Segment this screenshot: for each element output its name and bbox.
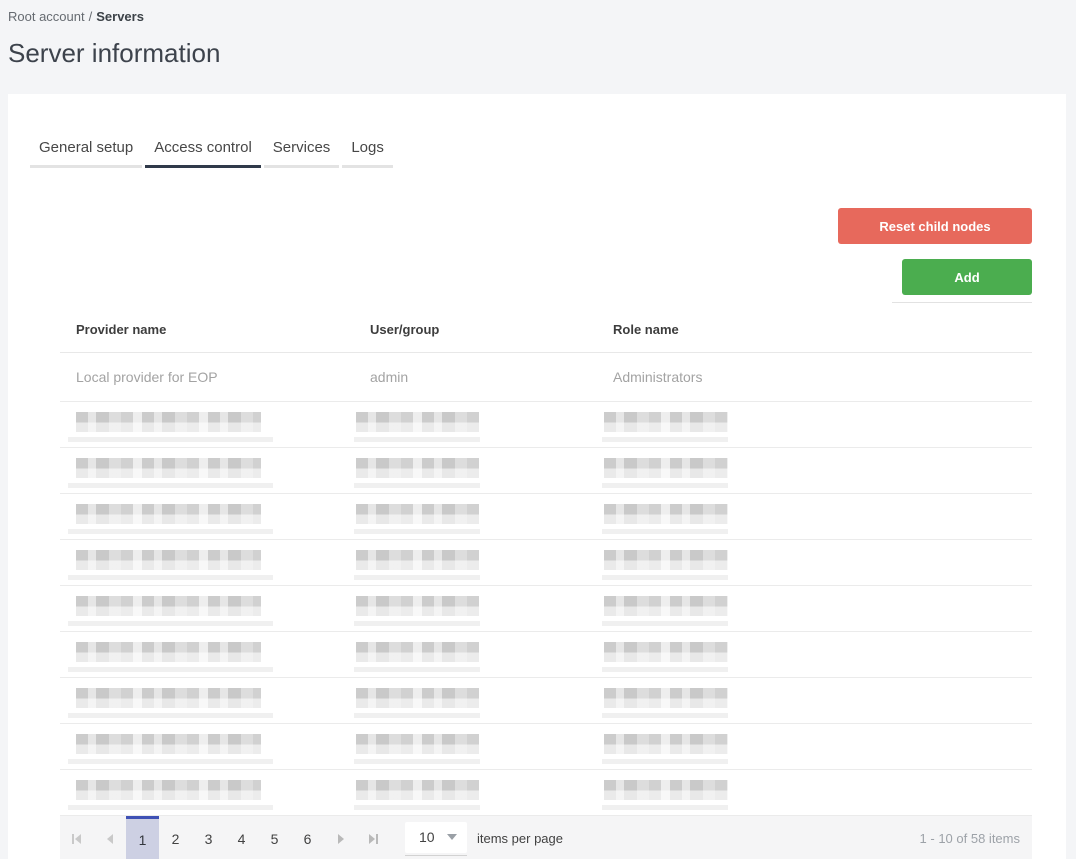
table-row-redacted[interactable] xyxy=(60,770,1032,816)
cell-role-name: Administrators xyxy=(613,369,703,385)
reset-child-nodes-button[interactable]: Reset child nodes xyxy=(838,208,1032,244)
column-header-user-group[interactable]: User/group xyxy=(354,322,597,337)
redacted-role-name xyxy=(602,642,1032,672)
redacted-user-group xyxy=(354,412,597,442)
redacted-user-group xyxy=(354,504,597,534)
items-range-label: 1 - 10 of 58 items xyxy=(919,831,1020,846)
toolbar: Reset child nodes Add xyxy=(8,208,1066,303)
breadcrumb-separator: / xyxy=(88,9,93,24)
tab-general-setup[interactable]: General setup xyxy=(30,139,143,168)
page-size-value: 10 xyxy=(419,829,435,845)
next-page-icon xyxy=(337,833,344,844)
table-row-redacted[interactable] xyxy=(60,632,1032,678)
redacted-role-name xyxy=(602,688,1032,718)
next-page-button[interactable] xyxy=(324,816,357,859)
cell-provider-name: Local provider for EOP xyxy=(76,369,218,385)
tab-services[interactable]: Services xyxy=(263,139,340,168)
redacted-user-group xyxy=(354,642,597,672)
redacted-user-group xyxy=(354,688,597,718)
table-row[interactable]: Local provider for EOP admin Administrat… xyxy=(60,353,1032,402)
first-page-button[interactable] xyxy=(60,816,93,859)
breadcrumb-root-account[interactable]: Root account xyxy=(8,9,85,24)
page-4-button[interactable]: 4 xyxy=(225,816,258,859)
previous-page-icon xyxy=(106,833,113,844)
redacted-provider-name xyxy=(68,780,354,810)
page-5-button[interactable]: 5 xyxy=(258,816,291,859)
dropdown-caret-icon xyxy=(447,834,457,840)
page: Root account / Servers Server information … xyxy=(0,0,1076,859)
redacted-user-group xyxy=(354,734,597,764)
redacted-user-group xyxy=(354,780,597,810)
page-title: Server information xyxy=(8,38,221,68)
column-header-role-name[interactable]: Role name xyxy=(597,322,1032,337)
page-2-button[interactable]: 2 xyxy=(159,816,192,859)
redacted-provider-name xyxy=(68,688,354,718)
redacted-role-name xyxy=(602,504,1032,534)
pagination-bar: 1 2 3 4 5 6 10 items per page 1 - 10 of … xyxy=(60,816,1032,859)
cell-user-group: admin xyxy=(370,369,409,385)
last-page-button[interactable] xyxy=(357,816,390,859)
previous-page-button[interactable] xyxy=(93,816,126,859)
table-header-row: Provider name User/group Role name xyxy=(60,307,1032,353)
access-control-table: Provider name User/group Role name Local… xyxy=(60,307,1032,859)
redacted-provider-name xyxy=(68,734,354,764)
redacted-provider-name xyxy=(68,596,354,626)
redacted-provider-name xyxy=(68,550,354,580)
toolbar-divider xyxy=(892,302,1032,303)
table-row-redacted[interactable] xyxy=(60,448,1032,494)
breadcrumb: Root account / Servers xyxy=(8,9,1076,24)
tab-access-control[interactable]: Access control xyxy=(145,139,261,168)
page-1-button[interactable]: 1 xyxy=(126,816,159,859)
tabstrip: General setup Access control Services Lo… xyxy=(8,94,1066,168)
redacted-role-name xyxy=(602,734,1032,764)
redacted-role-name xyxy=(602,458,1032,488)
last-page-icon xyxy=(369,833,378,844)
table-row-redacted[interactable] xyxy=(60,724,1032,770)
redacted-role-name xyxy=(602,550,1032,580)
redacted-role-name xyxy=(602,780,1032,810)
tab-logs[interactable]: Logs xyxy=(342,139,393,168)
table-row-redacted[interactable] xyxy=(60,586,1032,632)
pager-spacer xyxy=(563,816,920,859)
table-row-redacted[interactable] xyxy=(60,402,1032,448)
redacted-rows-container xyxy=(60,402,1032,816)
page-6-button[interactable]: 6 xyxy=(291,816,324,859)
redacted-provider-name xyxy=(68,642,354,672)
redacted-user-group xyxy=(354,458,597,488)
page-3-button[interactable]: 3 xyxy=(192,816,225,859)
breadcrumb-current: Servers xyxy=(96,9,144,24)
table-row-redacted[interactable] xyxy=(60,494,1032,540)
column-header-provider-name[interactable]: Provider name xyxy=(60,322,354,337)
redacted-user-group xyxy=(354,596,597,626)
redacted-provider-name xyxy=(68,458,354,488)
redacted-provider-name xyxy=(68,504,354,534)
redacted-role-name xyxy=(602,412,1032,442)
table-row-redacted[interactable] xyxy=(60,678,1032,724)
redacted-role-name xyxy=(602,596,1032,626)
page-size-dropdown[interactable]: 10 xyxy=(405,821,467,856)
redacted-provider-name xyxy=(68,412,354,442)
first-page-icon xyxy=(72,833,81,844)
redacted-user-group xyxy=(354,550,597,580)
table-row-redacted[interactable] xyxy=(60,540,1032,586)
add-button[interactable]: Add xyxy=(902,259,1032,295)
items-per-page-label: items per page xyxy=(477,831,563,846)
content-card: General setup Access control Services Lo… xyxy=(8,94,1066,859)
